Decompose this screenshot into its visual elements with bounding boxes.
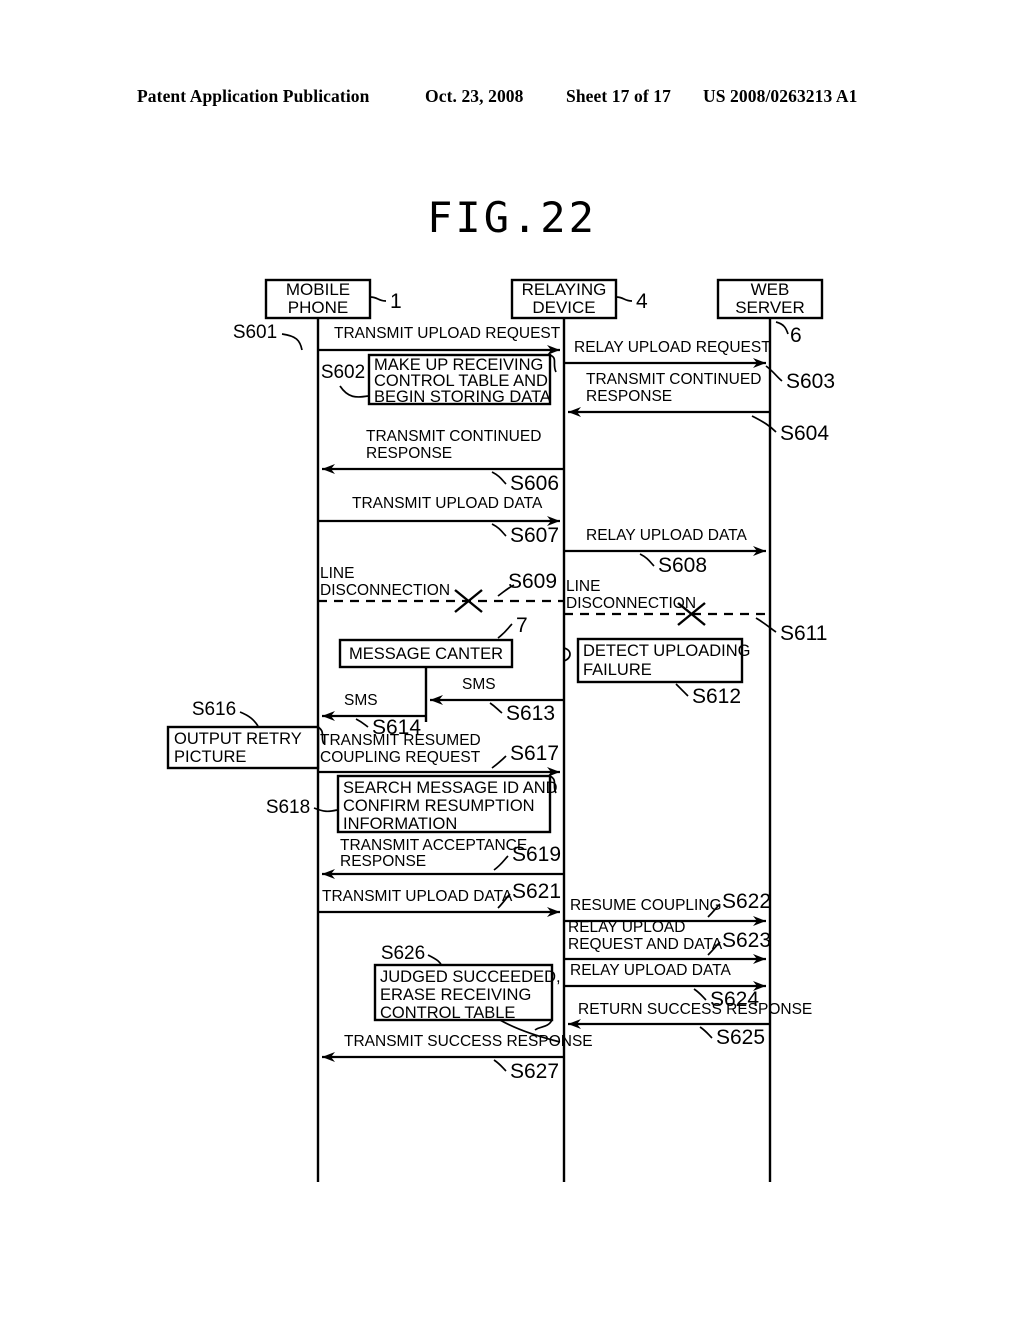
- action-line-s618-3: INFORMATION: [343, 815, 457, 833]
- message-label-s607: TRANSMIT UPLOAD DATA: [352, 495, 543, 512]
- actor-server-line1: WEB: [751, 280, 790, 299]
- step-label-s603: S603: [786, 370, 835, 393]
- message-label-s625: RETURN SUCCESS RESPONSE: [578, 1001, 812, 1018]
- message-label-s627: TRANSMIT SUCCESS RESPONSE: [344, 1033, 593, 1050]
- message-label-s609-1: LINE: [320, 565, 354, 582]
- message-label-s614: SMS: [344, 692, 378, 709]
- action-line-s602-3: BEGIN STORING DATA: [374, 388, 551, 406]
- message-s623: RELAY UPLOAD REQUEST AND DATA S623: [564, 919, 771, 964]
- message-label-s606-2: RESPONSE: [366, 445, 452, 462]
- step-label-s604: S604: [780, 422, 829, 445]
- message-label-s619-1: TRANSMIT ACCEPTANCE: [340, 837, 527, 854]
- message-label-s601: TRANSMIT UPLOAD REQUEST: [334, 325, 561, 342]
- message-center-ref: 7: [516, 614, 528, 637]
- action-box-s618: S618 SEARCH MESSAGE ID AND CONFIRM RESUM…: [266, 774, 558, 834]
- action-line-s626-3: CONTROL TABLE: [380, 1004, 515, 1022]
- step-label-s625: S625: [716, 1026, 765, 1049]
- message-s607: TRANSMIT UPLOAD DATA S607: [318, 495, 560, 547]
- actor-relaying-device: RELAYING DEVICE 4: [510, 278, 648, 320]
- message-label-s621: TRANSMIT UPLOAD DATA: [322, 888, 513, 905]
- message-s617: TRANSMIT RESUMED COUPLING REQUEST S617: [318, 732, 560, 777]
- message-label-s603: RELAY UPLOAD REQUEST: [574, 339, 771, 356]
- actor-mobile-ref: 1: [390, 290, 402, 313]
- message-s601: S601 TRANSMIT UPLOAD REQUEST: [233, 322, 561, 355]
- step-label-s619: S619: [512, 843, 561, 866]
- step-label-s608: S608: [658, 554, 707, 577]
- actor-server-line2: SERVER: [735, 298, 805, 317]
- message-label-s622: RESUME COUPLING: [570, 897, 722, 914]
- action-box-s602: S602 MAKE UP RECEIVING CONTROL TABLE AND…: [321, 353, 557, 406]
- message-label-s617-2: COUPLING REQUEST: [320, 749, 481, 766]
- message-label-s611-1: LINE: [566, 578, 600, 595]
- message-s613: SMS S613: [430, 676, 564, 725]
- message-s621: TRANSMIT UPLOAD DATA S621: [318, 880, 561, 917]
- actor-relay-line1: RELAYING: [522, 280, 607, 299]
- actor-relay-ref: 4: [636, 290, 648, 313]
- step-label-s623: S623: [722, 929, 771, 952]
- actor-relay-line2: DEVICE: [532, 298, 595, 317]
- actor-mobile-phone: MOBILE PHONE 1: [264, 278, 402, 320]
- step-label-s611: S611: [780, 622, 828, 645]
- message-label-s611-2: DISCONNECTION: [566, 595, 696, 612]
- step-label-s606: S606: [510, 472, 559, 495]
- message-label-s623-1: RELAY UPLOAD: [568, 919, 685, 936]
- step-label-s617: S617: [510, 742, 559, 765]
- action-line-s612-1: DETECT UPLOADING: [583, 642, 750, 660]
- message-center-label: MESSAGE CANTER: [349, 645, 503, 663]
- message-label-s606-1: TRANSMIT CONTINUED: [366, 428, 541, 445]
- step-label-s622: S622: [722, 890, 771, 913]
- action-line-s626-2: ERASE RECEIVING: [380, 986, 531, 1004]
- action-box-s612: DETECT UPLOADING FAILURE S612: [563, 637, 750, 708]
- step-label-s618: S618: [266, 797, 310, 818]
- message-label-s609-2: DISCONNECTION: [320, 582, 450, 599]
- action-box-s626: S626 JUDGED SUCCEEDED, ERASE RECEIVING C…: [373, 943, 561, 1043]
- message-s611-line-disconnection: LINE DISCONNECTION S611: [564, 578, 828, 645]
- message-label-s619-2: RESPONSE: [340, 853, 426, 870]
- step-label-s626: S626: [381, 943, 425, 964]
- message-s606: TRANSMIT CONTINUED RESPONSE S606: [322, 428, 564, 495]
- message-label-s604-1: TRANSMIT CONTINUED: [586, 371, 761, 388]
- step-label-s601: S601: [233, 322, 277, 343]
- message-label-s604-2: RESPONSE: [586, 388, 672, 405]
- message-label-s608: RELAY UPLOAD DATA: [586, 527, 747, 544]
- step-label-s602: S602: [321, 362, 365, 383]
- action-box-s616: S616 OUTPUT RETRY PICTURE: [166, 699, 325, 770]
- message-label-s613: SMS: [462, 676, 496, 693]
- step-label-s613: S613: [506, 702, 555, 725]
- message-label-s617-1: TRANSMIT RESUMED: [320, 732, 481, 749]
- message-s608: RELAY UPLOAD DATA S608: [564, 527, 766, 577]
- actor-mobile-line1: MOBILE: [286, 280, 350, 299]
- sequence-diagram: MOBILE PHONE 1 RELAYING DEVICE 4 WEB SER…: [166, 278, 835, 1182]
- message-label-s623-2: REQUEST AND DATA: [568, 936, 723, 953]
- actor-mobile-line2: PHONE: [288, 298, 348, 317]
- step-label-s607: S607: [510, 524, 559, 547]
- action-line-s618-1: SEARCH MESSAGE ID AND: [343, 779, 558, 797]
- step-label-s609: S609: [508, 570, 557, 593]
- step-label-s616: S616: [192, 699, 236, 720]
- message-s609-line-disconnection: LINE DISCONNECTION S609: [318, 565, 564, 613]
- message-s619: TRANSMIT ACCEPTANCE RESPONSE S619: [322, 837, 564, 879]
- message-s622: RESUME COUPLING S622: [564, 890, 771, 926]
- step-label-s627: S627: [510, 1060, 559, 1083]
- action-line-s616-2: PICTURE: [174, 748, 246, 766]
- action-line-s612-2: FAILURE: [583, 661, 652, 679]
- message-label-s624: RELAY UPLOAD DATA: [570, 962, 731, 979]
- step-label-s621: S621: [512, 880, 561, 903]
- action-line-s618-2: CONFIRM RESUMPTION: [343, 797, 535, 815]
- patent-page: Patent Application Publication Oct. 23, …: [0, 0, 1024, 1320]
- action-line-s616-1: OUTPUT RETRY: [174, 730, 302, 748]
- actor-server-ref: 6: [790, 324, 802, 347]
- message-s627: TRANSMIT SUCCESS RESPONSE S627: [322, 1033, 593, 1083]
- step-label-s612: S612: [692, 685, 741, 708]
- action-line-s626-1: JUDGED SUCCEEDED,: [380, 968, 561, 986]
- message-s625: RETURN SUCCESS RESPONSE S625: [568, 1001, 812, 1049]
